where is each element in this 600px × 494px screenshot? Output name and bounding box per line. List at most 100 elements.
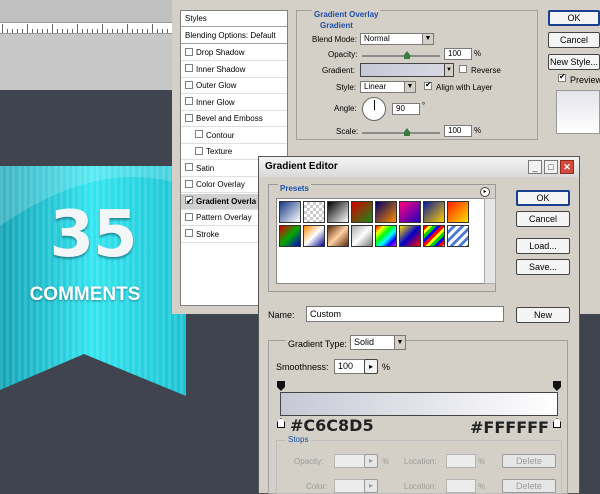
style-label: Style: (336, 83, 357, 92)
opacity-field[interactable]: 100 (444, 48, 472, 60)
stop-opacity-field[interactable] (334, 454, 366, 468)
gradient-preset-swatch[interactable] (351, 201, 373, 223)
style-checkbox[interactable] (185, 97, 193, 106)
ok-button[interactable]: OK (548, 10, 600, 26)
style-item-bevel-and-emboss[interactable]: Bevel and Emboss (181, 111, 287, 127)
stop-opacity-location-percent: % (478, 457, 486, 466)
ok-button[interactable]: OK (516, 190, 570, 206)
reverse-checkbox[interactable] (459, 64, 470, 74)
blending-options[interactable]: Blending Options: Default (181, 28, 287, 44)
gradient-preset-swatch[interactable] (303, 201, 325, 223)
style-checkbox[interactable] (185, 113, 193, 122)
style-checkbox[interactable] (185, 163, 193, 172)
gradient-preset-swatch[interactable] (327, 201, 349, 223)
style-checkbox[interactable] (195, 130, 203, 139)
angle-label: Angle: (334, 104, 357, 113)
gradient-preset-swatch[interactable] (375, 201, 397, 223)
style-item-label: Bevel and Emboss (196, 114, 263, 123)
style-item-label: Stroke (196, 229, 220, 239)
horizontal-ruler[interactable] (0, 22, 175, 34)
gradient-type-value: Solid (354, 337, 375, 347)
align-label: Align with Layer (436, 83, 493, 92)
align-checkbox[interactable] (424, 80, 435, 91)
preview-checkbox[interactable] (558, 72, 569, 83)
gradient-preset-swatch[interactable] (279, 201, 301, 223)
chevron-down-icon: ▼ (394, 336, 405, 349)
stop-opacity-location-field[interactable] (446, 454, 476, 468)
style-checkbox[interactable] (185, 212, 193, 221)
ruler-tick (127, 24, 128, 33)
delete-color-stop-button[interactable]: Delete (502, 479, 556, 493)
chevron-right-icon[interactable]: ▸ (364, 454, 378, 468)
canvas-gray-band (0, 34, 175, 90)
load-button[interactable]: Load... (516, 238, 570, 254)
gradient-swatch[interactable] (360, 63, 454, 77)
style-item-inner-glow[interactable]: Inner Glow (181, 95, 287, 111)
gradient-preset-swatch[interactable] (423, 201, 445, 223)
chevron-right-icon[interactable]: ▸ (364, 479, 378, 493)
opacity-label: Opacity: (328, 50, 358, 59)
new-style-button[interactable]: New Style... (548, 54, 600, 70)
cancel-button[interactable]: Cancel (516, 211, 570, 227)
gradient-type-select[interactable]: Solid ▼ (350, 335, 406, 350)
gradient-preset-swatch[interactable] (399, 225, 421, 247)
style-item-outer-glow[interactable]: Outer Glow (181, 78, 287, 94)
minimize-icon[interactable]: _ (528, 160, 542, 174)
blend-mode-select[interactable]: Normal ▼ (360, 33, 434, 45)
gradient-bar[interactable] (280, 392, 558, 416)
name-field[interactable]: Custom (306, 306, 504, 322)
style-checkbox[interactable] (185, 229, 193, 238)
style-checkbox[interactable] (185, 80, 193, 89)
smoothness-label: Smoothness: (276, 362, 329, 372)
stop-color-location-percent: % (478, 482, 486, 491)
style-checkbox[interactable] (185, 64, 193, 73)
stop-color-swatch[interactable] (334, 479, 366, 493)
start-color-label: #C6C8D5 (290, 416, 374, 435)
maximize-icon[interactable]: □ (544, 160, 558, 174)
scale-slider[interactable] (362, 132, 440, 134)
chevron-down-icon[interactable]: ▼ (444, 63, 454, 77)
styles-header[interactable]: Styles (181, 11, 287, 27)
angle-dial[interactable] (362, 97, 386, 121)
cancel-button[interactable]: Cancel (548, 32, 600, 48)
style-select[interactable]: Linear ▼ (360, 81, 416, 93)
blend-mode-label: Blend Mode: (312, 35, 357, 44)
delete-opacity-stop-button[interactable]: Delete (502, 454, 556, 468)
presets-scrollbar[interactable] (484, 198, 496, 284)
degree-symbol: ° (422, 101, 426, 110)
style-item-inner-shadow[interactable]: Inner Shadow (181, 62, 287, 78)
gradient-preset-swatch[interactable] (303, 225, 325, 247)
gradient-type-label: Gradient Type: (286, 339, 349, 349)
ribbon-label: COMMENTS (29, 284, 141, 305)
blend-mode-value: Normal (364, 34, 390, 43)
presets-menu-icon[interactable]: ▸ (480, 187, 490, 197)
new-button[interactable]: New (516, 307, 570, 323)
stop-color-location-label: Location: (404, 482, 437, 491)
gradient-preset-swatch[interactable] (447, 225, 469, 247)
smoothness-field[interactable]: 100 (334, 359, 366, 374)
opacity-slider[interactable] (362, 55, 440, 57)
panel-title: Gradient Overlay (312, 10, 381, 19)
style-checkbox[interactable] (185, 179, 193, 188)
gradient-preset-swatch[interactable] (327, 225, 349, 247)
close-icon[interactable]: ✕ (560, 160, 574, 174)
gradient-preset-swatch[interactable] (351, 225, 373, 247)
scale-field[interactable]: 100 (444, 125, 472, 137)
style-checkbox[interactable] (185, 194, 193, 210)
gradient-preset-swatch[interactable] (447, 201, 469, 223)
gradient-preset-swatch[interactable] (279, 225, 301, 247)
reverse-label: Reverse (471, 66, 501, 75)
save-button[interactable]: Save... (516, 259, 570, 275)
style-item-drop-shadow[interactable]: Drop Shadow (181, 45, 287, 61)
style-checkbox[interactable] (195, 146, 203, 155)
gradient-preset-swatch[interactable] (375, 225, 397, 247)
gradient-preset-swatch[interactable] (399, 201, 421, 223)
style-item-contour[interactable]: Contour (181, 128, 287, 144)
style-item-label: Outer Glow (196, 81, 237, 90)
smoothness-arrow-icon[interactable]: ▸ (364, 359, 378, 374)
window-title: Gradient Editor (265, 161, 338, 172)
angle-field[interactable]: 90 (392, 103, 420, 115)
stop-color-location-field[interactable] (446, 479, 476, 493)
gradient-preset-swatch[interactable] (423, 225, 445, 247)
style-checkbox[interactable] (185, 47, 193, 56)
